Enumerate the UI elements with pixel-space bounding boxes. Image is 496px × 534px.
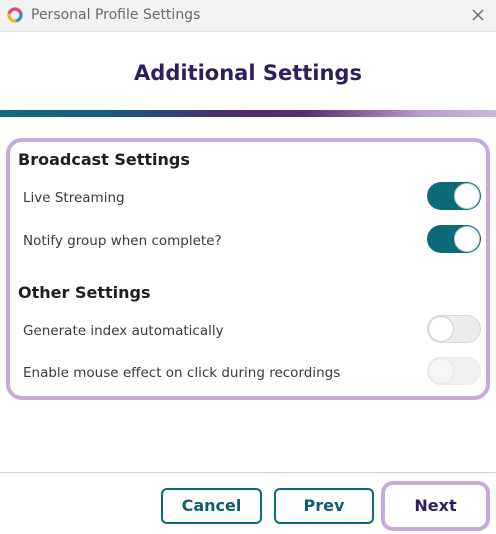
app-logo-icon: [6, 6, 24, 24]
mouse-effect-label: Enable mouse effect on click during reco…: [23, 365, 341, 381]
toggle-knob: [454, 183, 480, 209]
toggle-knob: [428, 358, 454, 384]
other-settings-heading: Other Settings: [18, 283, 151, 302]
live-streaming-label: Live Streaming: [23, 190, 125, 206]
close-button[interactable]: [466, 3, 490, 27]
next-button[interactable]: Next: [388, 488, 483, 524]
live-streaming-toggle[interactable]: [427, 182, 481, 210]
broadcast-settings-heading: Broadcast Settings: [18, 150, 190, 169]
header-divider: [0, 110, 496, 117]
generate-index-toggle[interactable]: [427, 315, 481, 343]
generate-index-label: Generate index automatically: [23, 323, 224, 339]
page-title: Additional Settings: [134, 61, 362, 85]
notify-group-label: Notify group when complete?: [23, 233, 222, 249]
footer-divider: [0, 472, 496, 473]
prev-button[interactable]: Prev: [274, 488, 374, 524]
title-bar: Personal Profile Settings: [0, 0, 496, 32]
settings-panel: Broadcast Settings Live Streaming Notify…: [6, 138, 490, 400]
cancel-button[interactable]: Cancel: [161, 488, 262, 524]
toggle-knob: [428, 316, 454, 342]
notify-group-toggle[interactable]: [427, 225, 481, 253]
close-icon: [472, 9, 484, 21]
window-title: Personal Profile Settings: [31, 7, 201, 23]
mouse-effect-toggle: [427, 357, 481, 385]
toggle-knob: [454, 226, 480, 252]
